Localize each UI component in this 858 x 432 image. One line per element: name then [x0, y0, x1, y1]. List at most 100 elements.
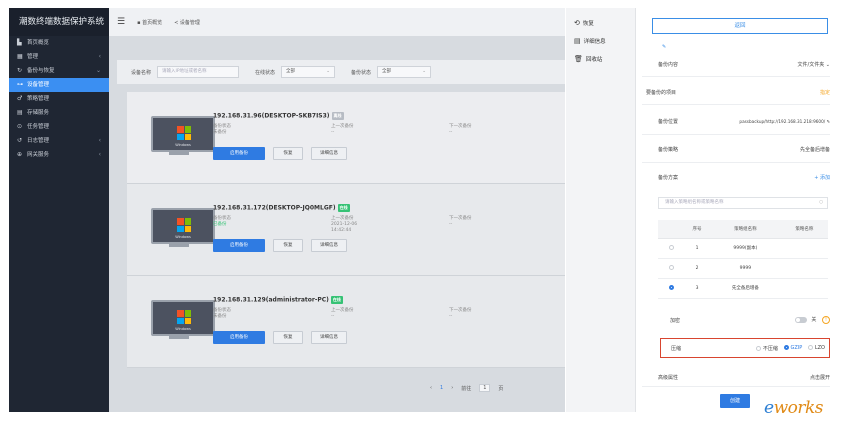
restore-button[interactable]: 恢复 — [273, 239, 303, 252]
sidebar-item-8[interactable]: ⊕ 网关服务 ‹ — [9, 148, 109, 162]
details-button[interactable]: 详细信息 — [311, 147, 347, 160]
device-name-label: 设备名称 — [131, 69, 152, 76]
last-backup-meta: 上一次备份 -- — [331, 308, 354, 320]
windows-logo-icon — [177, 310, 191, 324]
menu-restore-label: 恢复 — [582, 21, 594, 27]
compress-option-none[interactable]: 不压缩 — [756, 345, 778, 352]
row-index: 2 — [684, 258, 710, 279]
sidebar-item-5[interactable]: ▤ 存储服务 — [9, 106, 109, 120]
sidebar-item-7[interactable]: ↺ 日志管理 ‹ — [9, 134, 109, 148]
sidebar-item-label: 日志管理 — [27, 138, 50, 144]
plan-search-input[interactable]: 请输入策略组名称或策略名称 ○ — [658, 197, 828, 209]
page-number-current[interactable]: 1 — [440, 385, 443, 391]
windows-logo-icon — [177, 218, 191, 232]
divider — [642, 162, 830, 163]
advanced-expand-link[interactable]: 点击展开 — [810, 374, 830, 381]
table-header-row: 序号 策略组名称 策略名称 — [658, 220, 828, 239]
tab-device[interactable]: ≺ 设备管理 — [174, 19, 200, 26]
backup-plan-row: 备份方案 + 添加 — [658, 174, 830, 181]
backup-status-label: 备份状态 — [351, 69, 372, 76]
meta-value: -- — [331, 314, 335, 319]
sidebar-item-0[interactable]: ▙ 首页概览 — [9, 36, 109, 50]
app-root: 潮数终端数据保护系统 ▙ 首页概览 ▦ 管理 ‹ ↻ 备份与恢复 ⌄ ⊶ 设备管理 ♂ 策略管理 ▤ 存储… — [0, 0, 858, 432]
details-icon: ▤ — [574, 37, 581, 45]
encrypt-toggle[interactable] — [794, 316, 807, 323]
table-row[interactable]: 1 9999(副本) — [658, 238, 828, 259]
back-button[interactable]: 返回 — [652, 18, 828, 34]
row-radio-cell[interactable] — [658, 238, 684, 259]
backup-strategy-value[interactable]: 先全备后增备 — [800, 146, 830, 153]
sidebar-item-1[interactable]: ▦ 管理 ‹ — [9, 50, 109, 64]
sidebar-item-3[interactable]: ⊶ 设备管理 — [9, 78, 109, 92]
status-badge: 在线 — [330, 296, 343, 304]
details-button[interactable]: 详细信息 — [311, 331, 347, 344]
prev-page-button[interactable]: ‹ — [430, 385, 432, 391]
sidebar-item-4[interactable]: ♂ 策略管理 — [9, 92, 109, 106]
backup-status-value: 全部 — [382, 69, 392, 74]
start-backup-button[interactable]: 启用备份 — [213, 239, 265, 252]
table-header: 策略组名称 — [710, 220, 781, 239]
edit-icon[interactable]: ✎ — [662, 44, 830, 50]
menu-details[interactable]: ▤ 详细信息 — [566, 32, 635, 50]
monitor-os-label: Windows — [175, 327, 191, 331]
table-row[interactable]: 2 9999 — [658, 258, 828, 279]
compress-option-lzo-label: LZO — [814, 345, 825, 351]
compress-label: 压缩 — [671, 345, 682, 352]
dashboard-icon: ▙ — [17, 39, 22, 46]
table-row[interactable]: 3 先全备后增备 — [658, 278, 828, 299]
device-search-input[interactable]: 请输入IP地址或者名称 — [157, 66, 240, 78]
sidebar-item-label: 存储服务 — [27, 110, 50, 116]
menu-recycle-bin[interactable]: 🗑 回收站 — [566, 50, 635, 68]
row-radio-cell[interactable] — [658, 258, 684, 279]
goto-label: 前往 — [461, 385, 472, 392]
restore-button[interactable]: 恢复 — [273, 331, 303, 344]
compress-option-gzip[interactable]: GZIP — [783, 345, 802, 351]
backup-content-label: 备份内容 — [658, 62, 679, 68]
radio-selected-icon[interactable] — [668, 285, 674, 290]
monitor-stand — [169, 244, 189, 247]
start-backup-button[interactable]: 启用备份 — [213, 331, 265, 344]
windows-computer-icon: Windows — [151, 208, 215, 244]
backup-items-value[interactable]: 指定 — [820, 89, 830, 96]
tab-home-label: 首页概览 — [142, 19, 163, 26]
meta-value: 已备份 — [213, 222, 227, 227]
monitor-stand — [169, 336, 189, 339]
last-backup-meta: 上一次备份 2021-12-06 14:42:44 — [331, 216, 357, 234]
storage-icon: ▤ — [17, 109, 23, 116]
filter-bar: 设备名称 请输入IP地址或者名称 在线状态 全部 ⌄ 备份状态 全部 ⌄ — [117, 60, 565, 84]
tab-home[interactable]: ▪ 首页概览 — [137, 19, 162, 26]
meta-value: -- — [449, 130, 453, 135]
divider — [642, 76, 830, 77]
eworks-watermark-logo: eworks — [764, 398, 824, 418]
menu-recycle-label: 回收站 — [585, 57, 603, 63]
menu-restore[interactable]: ⟲ 恢复 — [566, 14, 635, 32]
backup-location-value[interactable]: passbackup/http://192.168.31.218:9600/ ✎ — [739, 119, 830, 124]
start-backup-button[interactable]: 启用备份 — [213, 147, 265, 160]
radio-icon[interactable] — [668, 265, 674, 270]
backup-content-select[interactable]: 文件/文件夹 ⌄ — [798, 61, 830, 68]
radio-icon[interactable] — [668, 245, 674, 250]
row-radio-cell[interactable] — [658, 278, 684, 299]
meta-value: -- — [449, 314, 453, 319]
details-button[interactable]: 详细信息 — [311, 239, 347, 252]
compress-option-lzo[interactable]: LZO — [808, 345, 825, 351]
sidebar-item-6[interactable]: ⊙ 任务管理 — [9, 120, 109, 134]
create-button[interactable]: 创建 — [720, 394, 750, 408]
backup-location-row: 备份位置 passbackup/http://192.168.31.218:96… — [658, 118, 830, 125]
compress-option-none-label: 不压缩 — [762, 345, 778, 352]
menu-toggle-icon[interactable]: ☰ — [117, 17, 125, 27]
plan-search-placeholder: 请输入策略组名称或策略名称 — [665, 200, 724, 205]
sidebar-item-2[interactable]: ↻ 备份与恢复 ⌄ — [9, 64, 109, 78]
meta-label: 下一次备份 — [449, 308, 472, 313]
add-plan-button[interactable]: + 添加 — [814, 174, 830, 181]
next-page-button[interactable]: › — [451, 385, 453, 391]
encrypt-state: 关 — [811, 317, 817, 323]
goto-page-input[interactable]: 1 — [479, 384, 491, 392]
next-backup-meta: 下一次备份 -- — [449, 216, 472, 228]
info-icon[interactable]: ! — [822, 316, 830, 324]
next-backup-meta: 下一次备份 -- — [449, 308, 472, 320]
table-header: 序号 — [684, 220, 710, 239]
restore-button[interactable]: 恢复 — [273, 147, 303, 160]
online-status-select[interactable]: 全部 ⌄ — [281, 66, 336, 78]
backup-status-select[interactable]: 全部 ⌄ — [377, 66, 432, 78]
